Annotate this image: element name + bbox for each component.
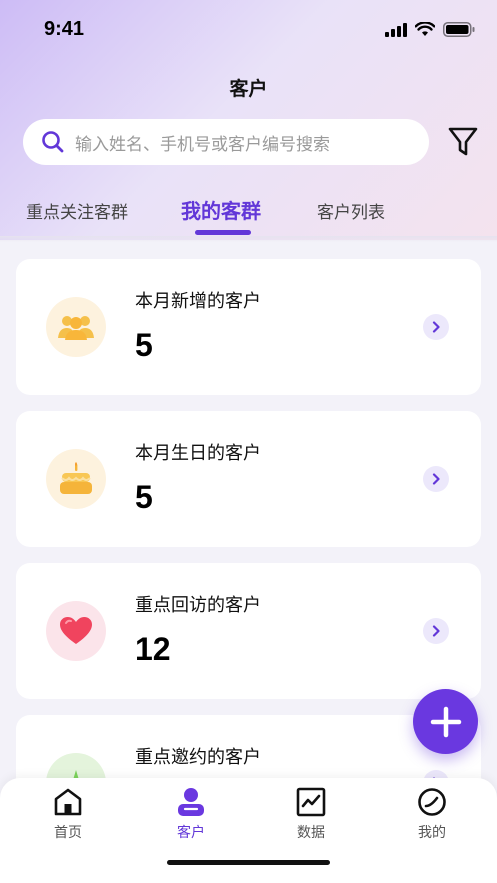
status-bar: 9:41	[0, 0, 497, 60]
search-placeholder: 输入姓名、手机号或客户编号搜索	[75, 134, 330, 155]
filter-button[interactable]	[446, 124, 480, 160]
plus-icon	[430, 706, 461, 737]
search-icon	[42, 131, 64, 153]
nav-label: 客户	[177, 825, 205, 841]
card-icon-wrap	[46, 601, 106, 661]
group-card-birthday-this-month[interactable]: 本月生日的客户 5	[16, 411, 481, 547]
bottom-nav: 首页 客户 数据 我的	[0, 778, 497, 883]
tab-bar: 重点关注客群 我的客群 客户列表	[0, 186, 497, 238]
tab-divider	[0, 236, 497, 242]
nav-home[interactable]: 首页	[28, 786, 108, 842]
chevron-right-icon[interactable]	[423, 466, 449, 492]
nav-customer[interactable]: 客户	[151, 786, 231, 842]
home-indicator	[167, 860, 330, 865]
status-icons	[385, 22, 475, 37]
search-input[interactable]: 输入姓名、手机号或客户编号搜索	[23, 119, 429, 165]
status-time: 9:41	[44, 18, 85, 40]
profile-icon	[418, 788, 446, 816]
card-title: 重点回访的客户	[135, 595, 261, 616]
tab-my-groups[interactable]: 我的客群	[181, 195, 261, 224]
tab-key-groups[interactable]: 重点关注客群	[26, 198, 128, 223]
wifi-icon	[415, 22, 435, 36]
people-icon	[58, 316, 94, 340]
card-title: 本月新增的客户	[135, 291, 261, 312]
nav-label: 数据	[297, 825, 325, 841]
battery-icon	[443, 22, 475, 37]
card-title: 重点邀约的客户	[135, 747, 261, 768]
group-card-new-this-month[interactable]: 本月新增的客户 5	[16, 259, 481, 395]
card-count: 5	[135, 327, 153, 363]
card-count: 5	[135, 479, 153, 515]
tab-active-indicator	[195, 230, 251, 235]
card-icon-wrap	[46, 449, 106, 509]
page-title: 客户	[229, 78, 268, 100]
customer-icon	[178, 788, 204, 816]
card-title: 本月生日的客户	[135, 443, 261, 464]
chart-icon	[296, 787, 326, 817]
chevron-right-icon[interactable]	[423, 314, 449, 340]
card-icon-wrap	[46, 297, 106, 357]
nav-label: 首页	[54, 825, 82, 841]
heart-icon	[60, 617, 92, 644]
nav-profile[interactable]: 我的	[392, 786, 472, 842]
group-card-key-revisit[interactable]: 重点回访的客户 12	[16, 563, 481, 699]
filter-icon	[448, 127, 478, 156]
nav-data[interactable]: 数据	[271, 786, 351, 842]
card-count: 12	[135, 631, 171, 667]
cake-icon	[60, 462, 92, 494]
chevron-right-icon[interactable]	[423, 618, 449, 644]
add-customer-button[interactable]	[413, 689, 478, 754]
home-icon	[54, 788, 82, 816]
nav-label: 我的	[418, 825, 446, 841]
signal-icon	[385, 22, 407, 37]
tab-customer-list[interactable]: 客户列表	[317, 198, 385, 223]
